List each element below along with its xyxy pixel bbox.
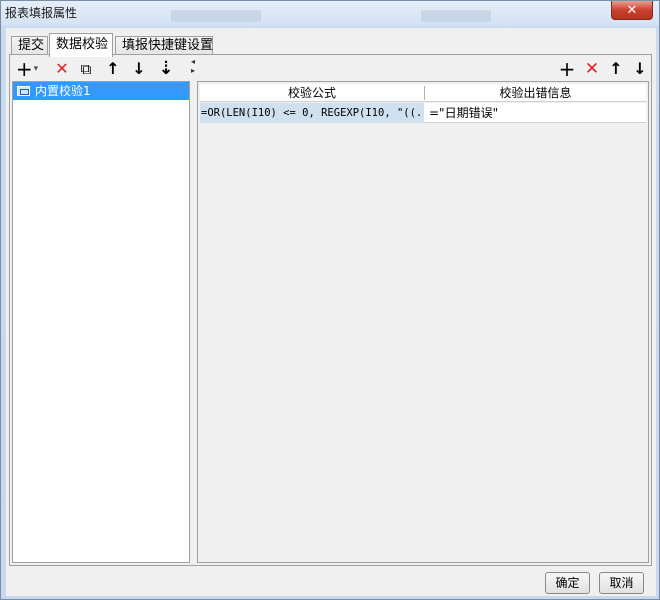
delete-formula-button[interactable]: ✕: [582, 59, 602, 79]
arrow-down-icon: ↓: [132, 59, 146, 78]
plus-icon: +: [558, 57, 576, 81]
header-formula[interactable]: 校验公式: [200, 84, 424, 102]
background-ghost: [171, 10, 261, 22]
move-down-button[interactable]: ↓: [129, 59, 149, 79]
tab-shortcut-settings[interactable]: 填报快捷键设置: [115, 36, 213, 56]
validation-list[interactable]: 内置校验1: [12, 81, 190, 563]
expand-right-icon[interactable]: ▸: [191, 66, 195, 75]
delete-icon: ✕: [55, 59, 69, 78]
list-toolbar: + ▾ ✕ ⧉ ↑ ↓ ⇣: [12, 57, 190, 81]
copy-validation-button[interactable]: ⧉: [76, 59, 96, 79]
formula-pane: + ✕ ↑ ↓ 校验公式 校验出错信息 =OR(LEN(I10) <= 0, R…: [197, 57, 649, 563]
close-icon: ✕: [626, 2, 638, 18]
window-title: 报表填报属性: [5, 6, 78, 20]
background-ghost: [421, 10, 491, 22]
sort-button[interactable]: ⇣: [156, 59, 176, 79]
dialog-client: 提交 数据校验 填报快捷键设置 + ▾ ✕ ⧉ ↑ ↓ ⇣ 内置校验1 ◂ ▸ …: [6, 28, 656, 596]
delete-icon: ✕: [584, 58, 600, 79]
chevron-down-icon: ▾: [33, 63, 39, 74]
validation-item-icon: [17, 86, 30, 96]
grid-header: 校验公式 校验出错信息: [200, 84, 646, 102]
tab-data-validation[interactable]: 数据校验: [49, 33, 113, 57]
list-item-label: 内置校验1: [35, 84, 91, 98]
formula-move-down-button[interactable]: ↓: [630, 59, 650, 79]
tab-submit[interactable]: 提交: [11, 36, 48, 56]
formula-toolbar: + ✕ ↑ ↓: [197, 57, 649, 81]
dialog-window: 报表填报属性 ✕ 提交 数据校验 填报快捷键设置 + ▾ ✕ ⧉ ↑ ↓ ⇣ 内…: [0, 0, 660, 600]
validation-list-pane: + ▾ ✕ ⧉ ↑ ↓ ⇣ 内置校验1: [12, 57, 190, 563]
table-row[interactable]: =OR(LEN(I10) <= 0, REGEXP(I10, "((... ="…: [200, 103, 646, 123]
header-error-message[interactable]: 校验出错信息: [425, 84, 646, 102]
sort-icon: ⇣: [158, 58, 174, 79]
ok-button[interactable]: 确定: [545, 572, 590, 594]
arrow-up-icon: ↑: [609, 59, 623, 78]
copy-icon: ⧉: [80, 59, 92, 78]
title-bar[interactable]: 报表填报属性 ✕: [1, 1, 659, 25]
formula-cell[interactable]: =OR(LEN(I10) <= 0, REGEXP(I10, "((...: [200, 103, 424, 123]
close-button[interactable]: ✕: [611, 1, 653, 20]
error-message-cell[interactable]: ="日期错误": [426, 103, 646, 123]
plus-icon: +: [15, 57, 33, 81]
arrow-down-icon: ↓: [633, 59, 647, 78]
delete-validation-button[interactable]: ✕: [52, 59, 72, 79]
add-validation-button[interactable]: + ▾: [14, 59, 40, 79]
add-formula-button[interactable]: +: [557, 59, 577, 79]
validation-panel: + ▾ ✕ ⧉ ↑ ↓ ⇣ 内置校验1 ◂ ▸ + ✕ ↑ ↓ 校验公式 校验出…: [9, 54, 652, 566]
formula-grid: 校验公式 校验出错信息 =OR(LEN(I10) <= 0, REGEXP(I1…: [197, 81, 649, 563]
move-up-button[interactable]: ↑: [103, 59, 123, 79]
cancel-button[interactable]: 取消: [599, 572, 644, 594]
collapse-left-icon[interactable]: ◂: [191, 57, 195, 66]
list-item[interactable]: 内置校验1: [13, 82, 189, 100]
arrow-up-icon: ↑: [106, 59, 120, 78]
formula-move-up-button[interactable]: ↑: [606, 59, 626, 79]
